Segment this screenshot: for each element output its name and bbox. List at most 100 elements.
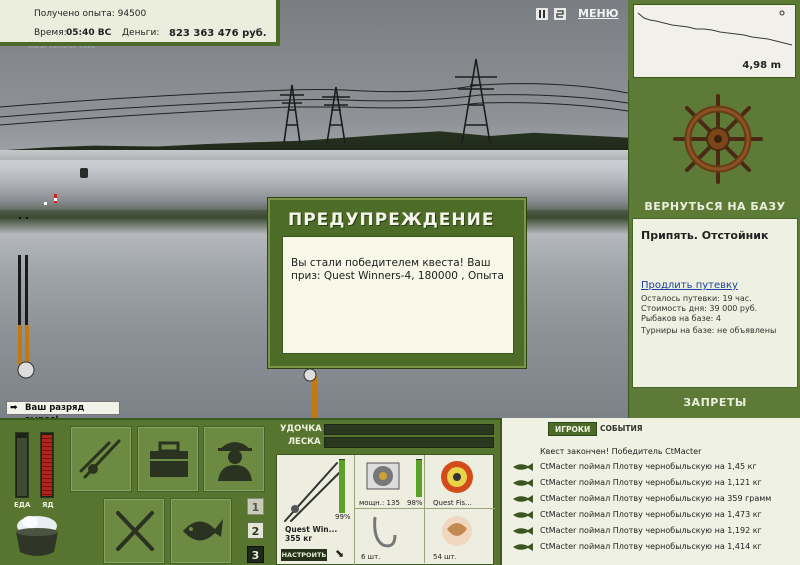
list-item: CtMacter поймал Плотву чернобыльскую на …	[512, 539, 798, 555]
status-meters: ЕДА ЯД	[6, 426, 64, 512]
return-to-base-button[interactable]: ВЕРНУТЬСЯ НА БАЗУ	[629, 200, 800, 213]
ship-wheel-icon[interactable]	[673, 94, 763, 184]
bans-button[interactable]: ЗАПРЕТЫ	[629, 396, 800, 409]
line-tension-bar	[324, 437, 494, 448]
hook-slot[interactable]: 6 шт.	[355, 509, 425, 563]
reel-icon	[366, 462, 400, 490]
reel-slot[interactable]: мощн.: 135 98%	[355, 455, 425, 509]
fish-icon	[513, 463, 533, 471]
fish-icon	[513, 543, 533, 551]
tab-players[interactable]: ИГРОКИ	[548, 422, 598, 436]
money-value: 823 363 476 руб.	[169, 28, 267, 39]
dialog-title: ПРЕДУПРЕЖДЕНИЕ	[288, 210, 495, 230]
page-3-button[interactable]: 3	[247, 546, 264, 563]
list-item: CtMacter поймал Плотву чернобыльскую на …	[512, 507, 798, 523]
event-text: CtMacter поймал Плотву чернобыльскую на …	[540, 526, 762, 535]
rod-icon	[284, 462, 340, 522]
tackle-panel: 99% Quest Win... 355 кг НАСТРОИТЬ ⬊ мощн…	[276, 454, 495, 565]
tackle-box-icon	[150, 441, 188, 477]
line-spool-icon	[441, 461, 473, 493]
extend-permit-link[interactable]: Продлить путевку	[641, 280, 738, 291]
player-info-panel: Получено опыта: 94500 Время: 05:40 ВС Де…	[0, 0, 280, 46]
event-text: CtMacter поймал Плотву чернобыльскую на …	[540, 510, 762, 519]
page-1-button[interactable]: 1	[247, 498, 264, 515]
tab-events[interactable]: СОБЫТИЯ	[594, 422, 649, 436]
depth-chart: 4,98 m	[633, 4, 796, 78]
fishers-count: Рыбаков на базе: 4	[641, 314, 721, 323]
bait-icon	[442, 516, 472, 546]
rank-up-toast: ➡ Ваш разряд вырос!	[6, 401, 120, 425]
event-text: CtMacter поймал Плотву чернобыльскую на …	[540, 494, 772, 503]
list-item: CtMacter поймал Плотву чернобыльскую на …	[512, 523, 798, 539]
fish-icon	[513, 527, 533, 535]
experience-label: Получено опыта:	[34, 9, 115, 19]
arrow-right-icon: ➡	[10, 403, 18, 413]
reel-condition-bar	[416, 459, 422, 497]
day-cost: Стоимость дня: 39 000 руб.	[641, 304, 758, 313]
list-item: CtMacter поймал Плотву чернобыльскую на …	[512, 475, 798, 491]
rod-tension-bar	[324, 424, 494, 435]
poison-label: ЯД	[42, 501, 54, 509]
fish-icon	[513, 511, 533, 519]
time-value: 05:40 ВС	[66, 28, 112, 38]
hook-count: 6 шт.	[361, 553, 381, 561]
right-panel: ВЕРНУТЬСЯ НА БАЗУ Припять. Отстойник Про…	[628, 80, 800, 418]
warning-dialog[interactable]: ПРЕДУПРЕЖДЕНИЕ Вы стали победителем квес…	[268, 198, 526, 368]
reel-percent: 98%	[407, 499, 423, 507]
money-label: Деньги:	[122, 28, 160, 38]
event-text: CtMacter поймал Плотву чернобыльскую на …	[540, 478, 762, 487]
food-button[interactable]	[103, 498, 165, 564]
reel-power: мощн.: 135	[359, 499, 400, 507]
line-name: Quest Fis...	[433, 499, 472, 507]
bait-slot[interactable]: 54 шт.	[425, 509, 495, 563]
location-title: Припять. Отстойник	[641, 229, 769, 242]
event-text: CtMacter поймал Плотву чернобыльскую на …	[540, 462, 757, 471]
fish-icon	[513, 495, 533, 503]
page-2-button[interactable]: 2	[247, 522, 264, 539]
menu-button[interactable]: МЕНЮ	[578, 7, 619, 21]
fisherman-icon	[218, 442, 252, 481]
tune-button[interactable]: НАСТРОИТЬ	[281, 549, 327, 561]
food-label: ЕДА	[14, 501, 31, 509]
fish-icon	[183, 519, 223, 541]
resize-arrow-icon: ⬊	[335, 547, 345, 560]
bait-count: 54 шт.	[433, 553, 457, 561]
rod-name: Quest Win...	[285, 525, 338, 534]
rod-rack-icon	[79, 439, 121, 479]
rod-condition-bar	[339, 459, 345, 513]
food-meter-fill	[17, 438, 27, 496]
fisherman-button[interactable]	[203, 426, 265, 492]
permit-time-left: Осталось путевки: 19 час.	[641, 294, 752, 303]
knife-fork-icon	[116, 511, 154, 551]
power-lines	[0, 58, 628, 144]
event-text: Квест закончен! Победитель CtMacter	[540, 447, 702, 456]
rod-rack-button[interactable]	[70, 426, 132, 492]
float-marker	[80, 168, 88, 178]
rod-weight: 355 кг	[285, 534, 313, 543]
poison-meter-fill	[42, 435, 52, 496]
fish-icon	[513, 479, 533, 487]
events-panel: ИГРОКИ СОБЫТИЯ Квест закончен! Победител…	[500, 418, 800, 565]
food-meter	[15, 432, 29, 498]
location-info: Припять. Отстойник Продлить путевку Оста…	[632, 218, 798, 388]
rod-tension-label: УДОЧКА	[280, 424, 322, 434]
dialog-message: Вы стали победителем квеста! Ваш приз: Q…	[282, 236, 514, 354]
rod-percent: 99%	[335, 513, 351, 521]
pause-icon[interactable]	[536, 8, 548, 22]
list-item: CtMacter поймал Плотву чернобыльскую на …	[512, 491, 798, 507]
depth-value: 4,98 m	[742, 60, 781, 71]
tackle-box-button[interactable]	[137, 426, 199, 492]
event-line: Квест закончен! Победитель CtMacter	[512, 444, 798, 460]
ruler-icon[interactable]	[554, 8, 566, 22]
rod-slot[interactable]: 99% Quest Win... 355 кг НАСТРОИТЬ ⬊	[277, 455, 355, 565]
experience-value: 94500	[117, 9, 147, 19]
list-item: CtMacter поймал Плотву чернобыльскую на …	[512, 459, 798, 475]
event-text: CtMacter поймал Плотву чернобыльскую на …	[540, 542, 762, 551]
cauldron-icon[interactable]	[8, 512, 66, 562]
poison-meter	[40, 432, 54, 498]
hook-icon	[373, 516, 397, 548]
tournaments-status: Турниры на базе: не объявлены	[641, 326, 777, 335]
time-label: Время:	[34, 28, 67, 38]
fish-cage-button[interactable]	[170, 498, 232, 564]
line-slot[interactable]: Quest Fis...	[425, 455, 495, 509]
